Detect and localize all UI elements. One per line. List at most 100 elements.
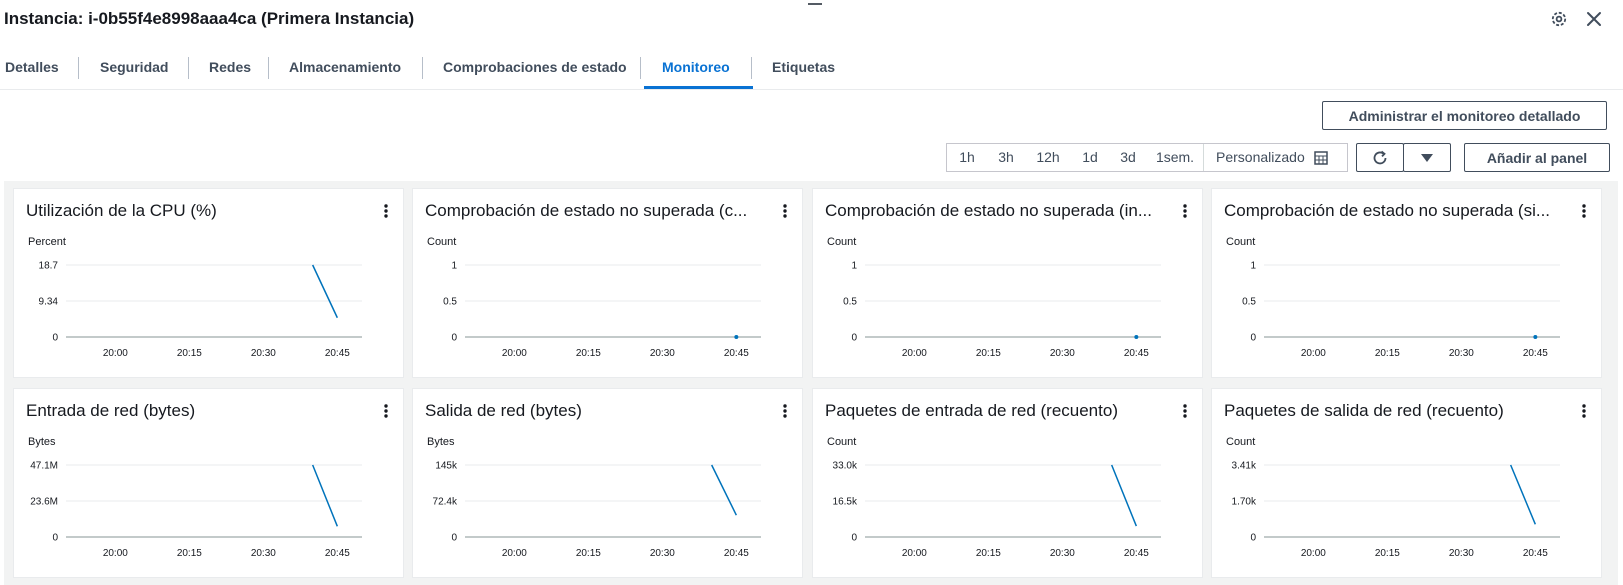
chart-title: Comprobación de estado no superada (c...: [425, 201, 748, 220]
series-line: [311, 264, 339, 319]
more-actions-icon[interactable]: [1579, 403, 1589, 419]
tab-etiquetas[interactable]: Etiquetas: [772, 48, 835, 90]
chart-plot: Count 1 0.5 0 20:00 20:15 20:30 20:45: [1226, 236, 1560, 359]
x-tick-label: 20:00: [902, 348, 927, 359]
chart-plot: Bytes 145k 72.4k 0 20:00 20:15 20:30 20:45: [427, 436, 761, 559]
x-tick-label: 20:00: [103, 548, 128, 559]
refresh-options-dropdown[interactable]: [1403, 143, 1451, 172]
chart-title: Paquetes de entrada de red (recuento): [825, 401, 1118, 420]
y-tick-label: 3.41k: [1232, 461, 1257, 472]
x-tick-label: 20:30: [251, 348, 276, 359]
x-tick-label: 20:15: [976, 548, 1001, 559]
y-tick-label: 0: [1250, 333, 1256, 344]
x-tick-label: 20:30: [1449, 348, 1474, 359]
range-custom[interactable]: Personalizado: [1203, 144, 1329, 171]
x-tick-label: 20:00: [1301, 348, 1326, 359]
y-tick-label: 16.5k: [833, 497, 858, 508]
y-tick-label: 47.1M: [30, 461, 58, 472]
chart-plot: Count 33.0k 16.5k 0 20:00 20:15 20:30 20:45: [827, 436, 1161, 559]
series-point: [1134, 335, 1139, 339]
y-axis-unit-label: Bytes: [427, 436, 455, 448]
manage-detailed-monitoring-button[interactable]: Administrar el monitoreo detallado: [1322, 101, 1607, 130]
x-tick-label: 20:15: [1375, 548, 1400, 559]
tab-detalles[interactable]: Detalles: [5, 48, 59, 90]
chart-title: Salida de red (bytes): [425, 401, 582, 420]
tab-redes[interactable]: Redes: [209, 48, 251, 90]
metric-card: Paquetes de salida de red (recuento) Coun…: [1211, 388, 1602, 578]
y-axis-unit-label: Count: [827, 436, 856, 448]
y-tick-label: 0: [451, 533, 457, 544]
x-tick-label: 20:15: [976, 348, 1001, 359]
metrics-grid: Utilización de la CPU (%) Percent 18.7 9.34…: [4, 181, 1618, 585]
tab-separator: [188, 57, 189, 79]
refresh-button[interactable]: [1356, 143, 1404, 172]
series-line: [710, 464, 738, 516]
chart-title: Entrada de red (bytes): [26, 401, 196, 420]
y-axis-unit-label: Percent: [28, 236, 66, 248]
more-actions-icon[interactable]: [780, 203, 790, 219]
more-actions-icon[interactable]: [381, 403, 391, 419]
y-tick-label: 1: [1250, 261, 1256, 272]
tab-bar: Detalles Seguridad Redes Almacenamiento …: [0, 48, 1623, 90]
range-1h[interactable]: 1h: [947, 144, 987, 171]
y-axis-unit-label: Count: [1226, 436, 1255, 448]
range-1d[interactable]: 1d: [1071, 144, 1109, 171]
more-actions-icon[interactable]: [1180, 203, 1190, 219]
tab-almacenamiento[interactable]: Almacenamiento: [289, 48, 401, 90]
settings-gear-icon[interactable]: [1548, 8, 1570, 30]
x-tick-label: 20:30: [1050, 348, 1075, 359]
range-1sem[interactable]: 1sem.: [1147, 144, 1203, 171]
series-line: [1509, 464, 1537, 525]
range-custom-label: Personalizado: [1216, 149, 1305, 165]
y-tick-label: 0: [52, 333, 58, 344]
series-line: [311, 464, 339, 527]
x-tick-label: 20:00: [1301, 548, 1326, 559]
y-tick-label: 1: [451, 261, 457, 272]
chart-plot: Percent 18.7 9.34 0 20:00 20:15 20:30 20:45: [28, 236, 362, 359]
metric-card: Comprobación de estado no superada (in..…: [812, 188, 1203, 378]
x-tick-label: 20:15: [1375, 348, 1400, 359]
add-to-dashboard-button[interactable]: Añadir al panel: [1464, 143, 1610, 172]
x-tick-label: 20:45: [1523, 348, 1548, 359]
metric-card: Utilización de la CPU (%) Percent 18.7 9.34…: [13, 188, 404, 378]
time-range-selector: 1h 3h 12h 1d 3d 1sem. Personalizado: [946, 143, 1348, 172]
tab-monitoreo[interactable]: Monitoreo: [662, 48, 730, 90]
range-3d[interactable]: 3d: [1109, 144, 1147, 171]
y-tick-label: 1.70k: [1232, 497, 1257, 508]
metric-card: Entrada de red (bytes) Bytes 47.1M 23.6M 0 20…: [13, 388, 404, 578]
close-icon[interactable]: [1583, 8, 1605, 30]
more-actions-icon[interactable]: [780, 403, 790, 419]
panel-header: Instancia: i-0b55f4e8998aaa4ca (Primera …: [0, 0, 1623, 42]
tab-comprobaciones-de-estado[interactable]: Comprobaciones de estado: [443, 48, 627, 90]
chart-plot: Count 3.41k 1.70k 0 20:00 20:15 20:30 20:45: [1226, 436, 1560, 559]
metric-card: Paquetes de entrada de red (recuento) Cou…: [812, 388, 1203, 578]
chart-plot: Bytes 47.1M 23.6M 0 20:00 20:15 20:30 20:45: [28, 436, 362, 559]
page-title: Instancia: i-0b55f4e8998aaa4ca (Primera …: [4, 9, 415, 28]
calendar-icon: [1313, 150, 1328, 165]
more-actions-icon[interactable]: [1579, 203, 1589, 219]
x-tick-label: 20:45: [724, 348, 749, 359]
metric-card: Comprobación de estado no superada (si..…: [1211, 188, 1602, 378]
metric-card: Comprobación de estado no superada (c...…: [412, 188, 803, 378]
y-tick-label: 0.5: [843, 297, 857, 308]
x-tick-label: 20:00: [902, 548, 927, 559]
x-tick-label: 20:15: [177, 548, 202, 559]
y-tick-label: 0.5: [1242, 297, 1256, 308]
range-3h[interactable]: 3h: [987, 144, 1025, 171]
x-tick-label: 20:15: [177, 348, 202, 359]
series-line: [1110, 464, 1138, 527]
more-actions-icon[interactable]: [381, 203, 391, 219]
tab-separator: [78, 57, 79, 79]
minimize-handle[interactable]: [808, 3, 822, 5]
x-tick-label: 20:45: [724, 548, 749, 559]
x-tick-label: 20:15: [576, 348, 601, 359]
x-tick-label: 20:00: [103, 348, 128, 359]
more-actions-icon[interactable]: [1180, 403, 1190, 419]
tab-seguridad[interactable]: Seguridad: [100, 48, 168, 90]
tab-separator: [268, 57, 269, 79]
x-tick-label: 20:45: [325, 548, 350, 559]
x-tick-label: 20:45: [325, 348, 350, 359]
y-tick-label: 18.7: [39, 261, 59, 272]
range-12h[interactable]: 12h: [1025, 144, 1071, 171]
x-tick-label: 20:30: [1449, 548, 1474, 559]
